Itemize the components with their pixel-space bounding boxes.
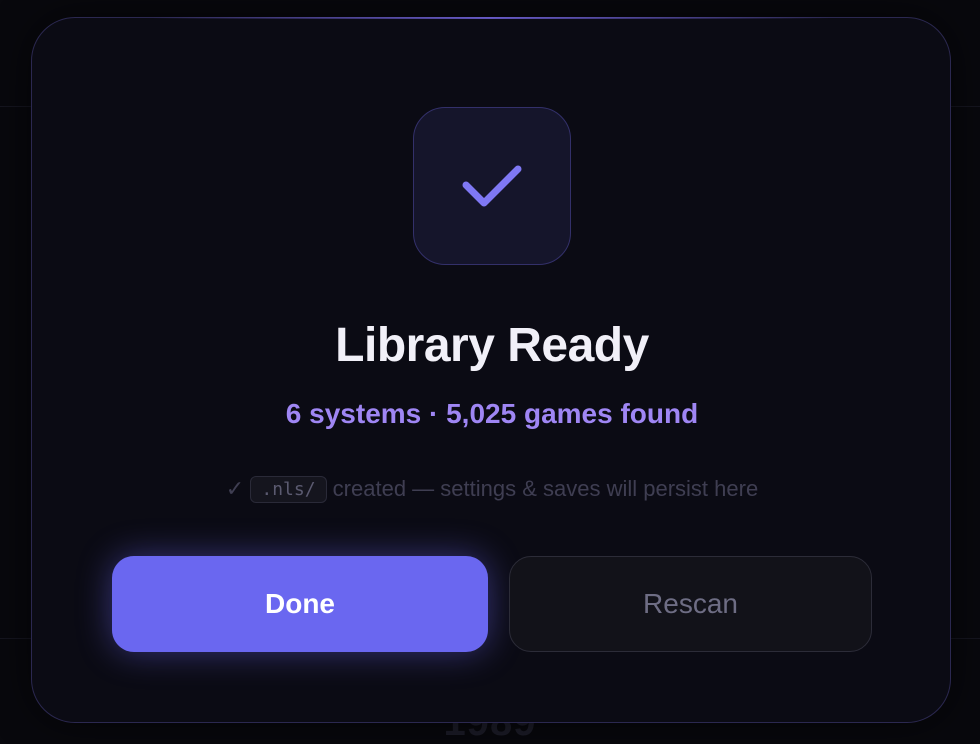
scan-summary: 6 systems · 5,025 games found: [285, 398, 699, 429]
dialog-top-glow: [152, 17, 830, 19]
checkmark-icon: [462, 165, 522, 207]
success-icon-tile: [413, 107, 571, 265]
note-text: created — settings & saves will persist …: [332, 476, 759, 501]
dialog-title: Library Ready: [335, 319, 649, 372]
library-ready-dialog: Library Ready 6 systems · 5,025 games fo…: [31, 17, 951, 723]
rescan-button[interactable]: Rescan: [509, 556, 872, 652]
done-button[interactable]: Done: [112, 556, 488, 652]
config-folder-note: ✓ .nls/ created — settings & saves will …: [32, 476, 952, 503]
note-check-glyph: ✓: [225, 476, 245, 501]
config-folder-code: .nls/: [250, 476, 327, 503]
